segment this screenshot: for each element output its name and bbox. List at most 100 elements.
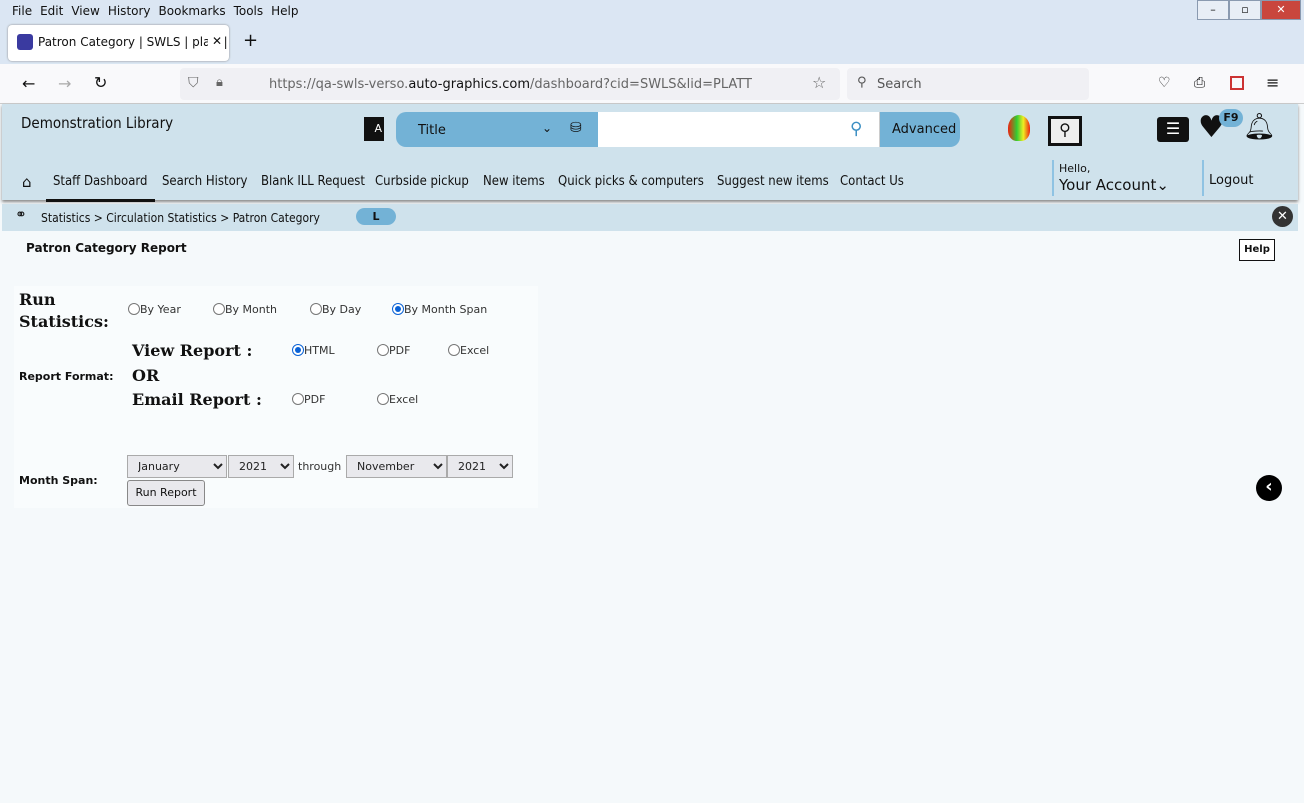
bookmark-star-icon[interactable]: ☆ bbox=[812, 73, 826, 92]
search-type-select[interactable]: Title bbox=[418, 123, 446, 138]
radio-label: By Year bbox=[140, 303, 181, 316]
radio-label: PDF bbox=[389, 344, 411, 357]
account-label: Your Account bbox=[1059, 176, 1157, 194]
chevron-down-icon: ⌄ bbox=[542, 121, 553, 135]
menu-tools[interactable]: Tools bbox=[234, 0, 264, 18]
search-placeholder: Search bbox=[877, 77, 922, 92]
or-label: OR bbox=[132, 366, 160, 385]
menu-file[interactable]: File bbox=[12, 0, 32, 18]
chevron-down-icon: ⌄ bbox=[1156, 176, 1169, 194]
lock-icon: 🔒︎ bbox=[216, 75, 223, 90]
radio-view-excel[interactable]: Excel bbox=[448, 344, 489, 357]
minimize-button[interactable]: – bbox=[1197, 0, 1229, 20]
radio-label: By Day bbox=[322, 303, 362, 316]
radio-label: By Month bbox=[225, 303, 278, 316]
favicon-icon bbox=[17, 34, 33, 50]
page-title: Patron Category Report bbox=[26, 241, 187, 255]
forward-icon[interactable]: → bbox=[58, 74, 71, 93]
radio-label: Excel bbox=[389, 393, 419, 406]
database-icon[interactable]: ⛁ bbox=[570, 120, 582, 136]
radio-label: By Month Span bbox=[404, 303, 488, 316]
breadcrumb[interactable]: Statistics > Circulation Statistics > Pa… bbox=[41, 211, 320, 225]
list-icon[interactable]: ☰ bbox=[1157, 117, 1189, 142]
report-format-label: Report Format: bbox=[19, 370, 114, 383]
help-button[interactable]: Help bbox=[1239, 239, 1275, 261]
url-path: /dashboard?cid=SWLS&lid=PLATT bbox=[529, 77, 752, 92]
print-icon[interactable]: ⎙ bbox=[1194, 75, 1205, 91]
browser-tab[interactable]: Patron Category | SWLS | platt | ✕ bbox=[8, 25, 229, 61]
browser-search[interactable]: ⚲ Search bbox=[847, 68, 1089, 100]
menu-edit[interactable]: Edit bbox=[40, 0, 63, 18]
back-icon[interactable]: ← bbox=[22, 74, 35, 93]
menu-bookmarks[interactable]: Bookmarks bbox=[159, 0, 226, 18]
balloon-icon[interactable] bbox=[1008, 115, 1030, 141]
account-menu[interactable]: Your Account⌄ bbox=[1059, 176, 1169, 194]
to-month-select[interactable]: November bbox=[346, 455, 447, 478]
radio-by-month[interactable]: By Month bbox=[213, 303, 277, 316]
radio-email-excel[interactable]: Excel bbox=[377, 393, 418, 406]
menu-bar: File Edit View History Bookmarks Tools Help bbox=[0, 0, 1304, 22]
bell-icon[interactable]: 🔔︎ bbox=[1243, 112, 1276, 142]
view-report-label: View Report : bbox=[132, 341, 253, 360]
f9-badge: F9 bbox=[1219, 109, 1243, 127]
radio-by-day[interactable]: By Day bbox=[310, 303, 361, 316]
link-icon: ⚭ bbox=[15, 207, 27, 223]
menu-history[interactable]: History bbox=[108, 0, 151, 18]
to-year-select[interactable]: 2021 bbox=[447, 455, 513, 478]
run-report-button[interactable]: Run Report bbox=[127, 480, 205, 506]
nav-curbside-pickup[interactable]: Curbside pickup bbox=[375, 174, 469, 189]
reload-icon[interactable]: ↻ bbox=[94, 73, 107, 92]
from-month-select[interactable]: January bbox=[127, 455, 227, 478]
divider bbox=[1202, 160, 1204, 196]
hamburger-menu-icon[interactable]: ≡ bbox=[1266, 73, 1279, 92]
url-prefix: https://qa-swls-verso. bbox=[269, 77, 409, 92]
logout-link[interactable]: Logout bbox=[1209, 173, 1254, 188]
tab-title: Patron Category | SWLS | platt | bbox=[38, 35, 228, 49]
nav-search-history[interactable]: Search History bbox=[162, 174, 247, 189]
url-bar[interactable]: ⛉ 🔒︎ https://qa-swls-verso.auto-graphics… bbox=[180, 68, 840, 100]
extension-icon[interactable] bbox=[1230, 76, 1244, 90]
nav-suggest-new-items[interactable]: Suggest new items bbox=[717, 174, 829, 189]
search-icon[interactable]: ⚲ bbox=[850, 119, 862, 139]
month-span-label: Month Span: bbox=[19, 474, 98, 487]
nav-quick-picks[interactable]: Quick picks & computers bbox=[558, 174, 704, 189]
breadcrumb-badge[interactable]: L bbox=[356, 208, 396, 225]
nav-staff-dashboard[interactable]: Staff Dashboard bbox=[53, 174, 147, 189]
close-window-button[interactable]: ✕ bbox=[1261, 0, 1301, 20]
library-name: Demonstration Library bbox=[21, 114, 174, 132]
hello-label: Hello, bbox=[1059, 162, 1091, 175]
close-icon[interactable]: ✕ bbox=[1272, 206, 1293, 227]
radio-label: HTML bbox=[304, 344, 335, 357]
radio-view-pdf[interactable]: PDF bbox=[377, 344, 410, 357]
search-icon: ⚲ bbox=[857, 75, 867, 90]
menu-help[interactable]: Help bbox=[271, 0, 298, 18]
from-year-select[interactable]: 2021 bbox=[228, 455, 294, 478]
radio-label: Excel bbox=[460, 344, 490, 357]
translate-icon[interactable]: A bbox=[364, 117, 384, 141]
home-icon[interactable]: ⌂ bbox=[22, 173, 32, 191]
radio-by-month-span[interactable]: By Month Span bbox=[392, 303, 487, 316]
radio-view-html[interactable]: HTML bbox=[292, 344, 335, 357]
nav-new-items[interactable]: New items bbox=[483, 174, 545, 189]
menu-view[interactable]: View bbox=[71, 0, 99, 18]
active-nav-indicator bbox=[46, 199, 155, 202]
maximize-button[interactable]: ▫ bbox=[1229, 0, 1261, 20]
email-report-label: Email Report : bbox=[132, 390, 262, 409]
search-input[interactable] bbox=[598, 112, 880, 147]
divider bbox=[1052, 160, 1054, 196]
nav-contact-us[interactable]: Contact Us bbox=[840, 174, 904, 189]
through-label: through bbox=[298, 460, 342, 473]
new-tab-icon[interactable]: + bbox=[243, 30, 258, 51]
run-statistics-label: Run Statistics: bbox=[19, 290, 109, 331]
url-domain: auto-graphics.com bbox=[408, 77, 530, 92]
radio-by-year[interactable]: By Year bbox=[128, 303, 181, 316]
shield-icon: ⛉ bbox=[188, 75, 199, 91]
nav-blank-ill-request[interactable]: Blank ILL Request bbox=[261, 174, 365, 189]
chevron-left-icon[interactable]: ‹ bbox=[1256, 475, 1282, 501]
radio-label: PDF bbox=[304, 393, 326, 406]
pocket-icon[interactable]: ♡ bbox=[1158, 75, 1171, 91]
close-tab-icon[interactable]: ✕ bbox=[208, 34, 223, 48]
advanced-search-button[interactable]: Advanced bbox=[892, 122, 956, 137]
catalog-search-icon[interactable]: ⚲ bbox=[1048, 116, 1082, 146]
radio-email-pdf[interactable]: PDF bbox=[292, 393, 325, 406]
